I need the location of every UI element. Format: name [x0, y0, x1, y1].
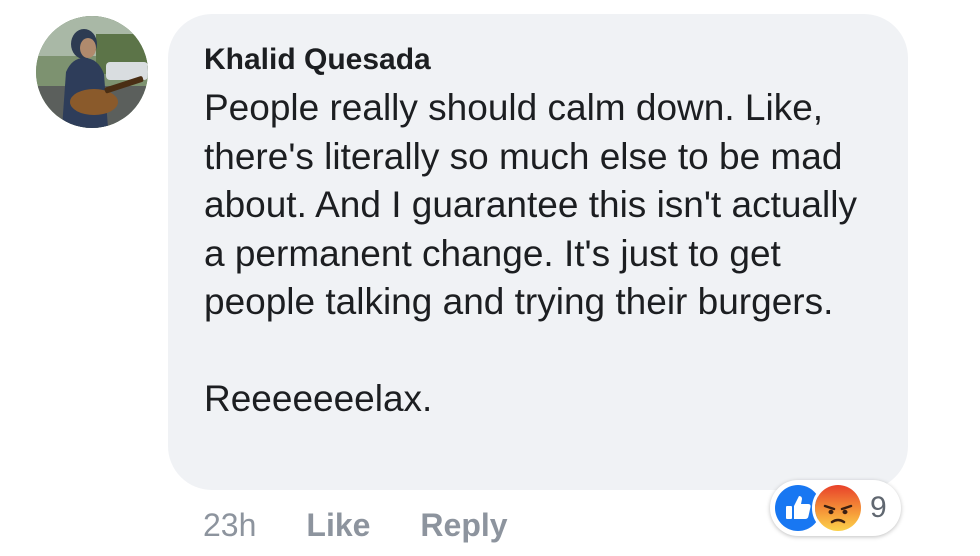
comment-body: People really should calm down. Like, th…	[204, 84, 884, 424]
comment-paragraph: Reeeeeeelax.	[204, 378, 433, 419]
comment-paragraph: People really should calm down. Like, th…	[204, 87, 857, 322]
like-button[interactable]: Like	[306, 505, 370, 545]
comment-thread: Khalid Quesada People really should calm…	[0, 0, 980, 556]
reactions-summary[interactable]: 9	[770, 480, 901, 536]
comment-actions: 23h Like Reply	[203, 505, 508, 545]
comment-bubble: Khalid Quesada People really should calm…	[168, 14, 908, 490]
reply-button[interactable]: Reply	[420, 505, 507, 545]
author-avatar[interactable]	[36, 16, 148, 128]
avatar-photo-icon	[36, 16, 148, 128]
reaction-count: 9	[870, 491, 887, 524]
author-name[interactable]: Khalid Quesada	[204, 42, 431, 78]
comment-timestamp[interactable]: 23h	[203, 505, 256, 545]
angry-icon	[812, 482, 864, 534]
